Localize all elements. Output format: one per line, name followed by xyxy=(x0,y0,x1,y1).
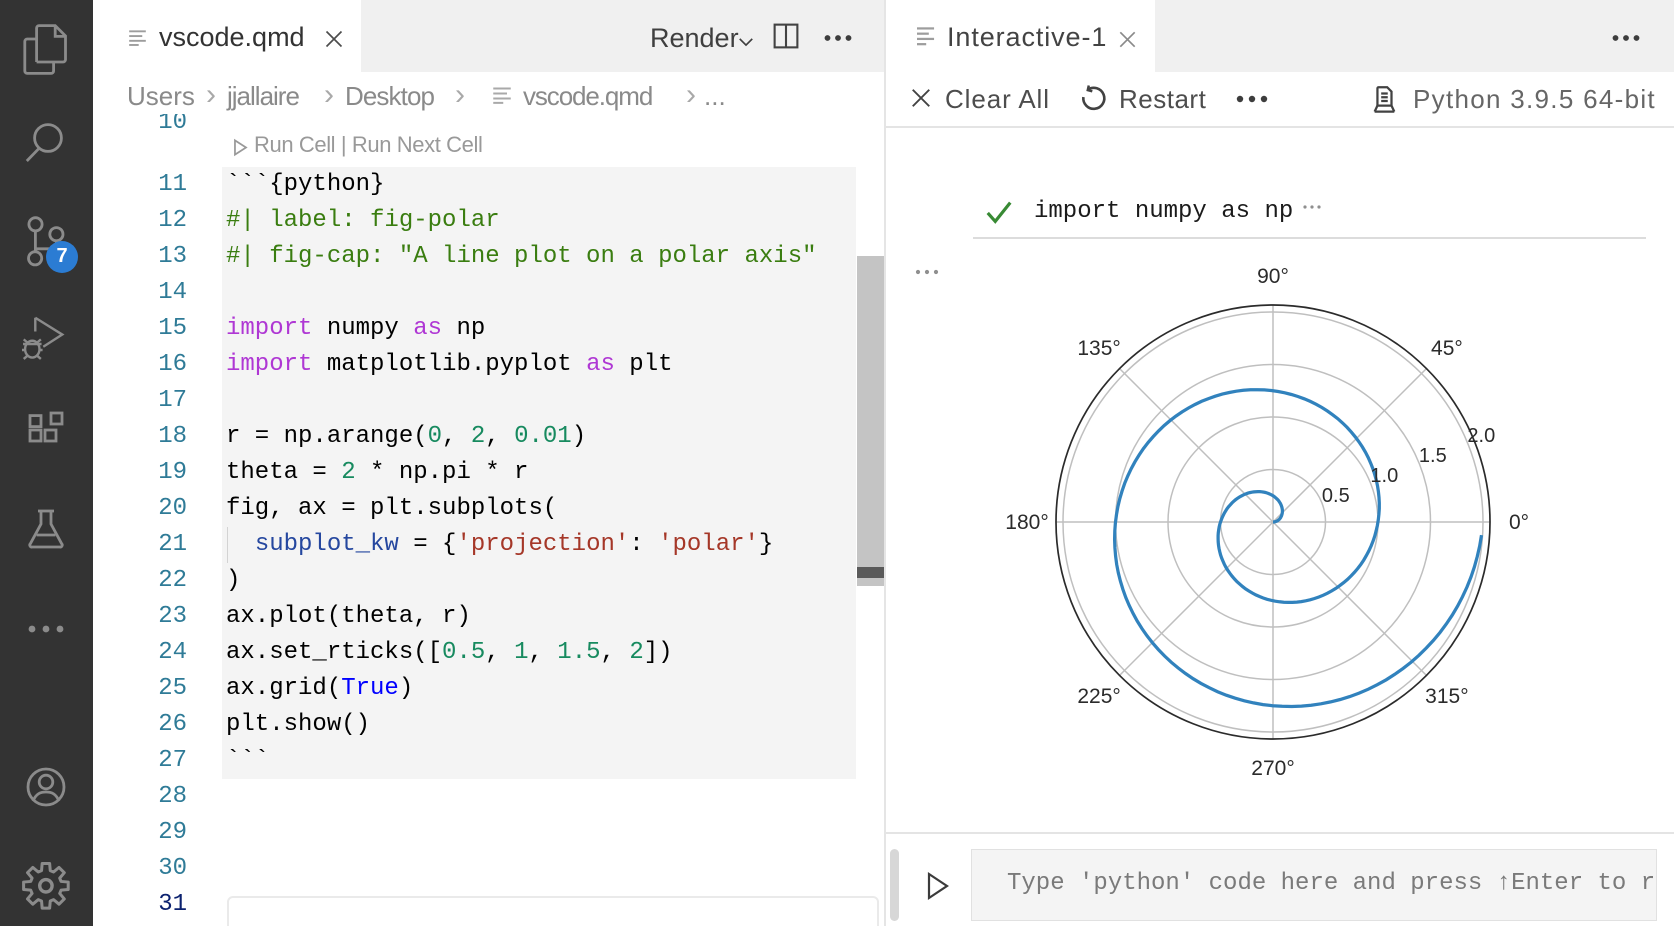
svg-text:270°: 270° xyxy=(1251,757,1294,780)
svg-text:135°: 135° xyxy=(1077,337,1120,360)
svg-text:0.5: 0.5 xyxy=(1322,485,1350,507)
svg-text:1.5: 1.5 xyxy=(1419,445,1447,467)
svg-text:315°: 315° xyxy=(1425,685,1468,708)
svg-text:90°: 90° xyxy=(1257,265,1289,288)
svg-text:0°: 0° xyxy=(1509,511,1529,534)
svg-text:1.0: 1.0 xyxy=(1370,465,1398,487)
svg-text:180°: 180° xyxy=(1005,511,1048,534)
svg-text:2.0: 2.0 xyxy=(1467,425,1495,447)
svg-text:225°: 225° xyxy=(1077,685,1120,708)
svg-text:45°: 45° xyxy=(1431,337,1463,360)
